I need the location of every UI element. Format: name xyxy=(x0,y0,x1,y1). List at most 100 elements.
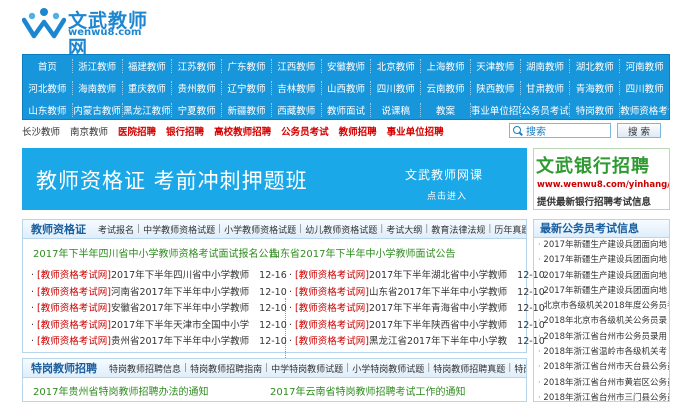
side-news-item[interactable]: 2018年北京市各级机关公务员录 xyxy=(534,314,669,329)
panel-tab-link[interactable]: 特岗教师面试 xyxy=(514,362,526,375)
news-item[interactable]: · [教师资格考试网]山东省2017年下半年中小学教师 12-10 xyxy=(289,284,545,298)
nav-item[interactable]: 重庆教师 xyxy=(121,81,172,95)
nav-item[interactable]: 四川教师 xyxy=(619,81,669,95)
news-item[interactable]: · [教师资格考试网]2017年下半年四川省中小学教师 12-16 xyxy=(31,267,287,281)
side-news-item[interactable]: 2017年新疆生产建设兵团面向地 xyxy=(534,238,669,253)
quick-link[interactable]: 公务员考试 xyxy=(281,124,329,138)
nav-item[interactable]: 吉林教师 xyxy=(270,81,321,95)
nav-item[interactable]: 海南教师 xyxy=(71,81,122,95)
nav-item[interactable]: 陕西教师 xyxy=(469,81,520,95)
nav-item[interactable]: 安徽教师 xyxy=(320,59,371,73)
nav-item[interactable]: 湖南教师 xyxy=(519,59,570,73)
nav-item[interactable]: 教案 xyxy=(420,103,470,117)
side-news-item[interactable]: 2018年浙江省温岭市各级机关考 xyxy=(534,345,669,360)
panel-tab-link[interactable]: 中学特岗教师试题 xyxy=(271,362,343,375)
panel-tab-link[interactable]: 特岗教师招聘真题 xyxy=(433,362,505,375)
nav-item[interactable]: 公务员考试 xyxy=(519,103,570,117)
site-logo[interactable]: 文武教师网 wenwu8.com xyxy=(22,6,162,59)
panel-tab-link[interactable]: 教育法律法规 xyxy=(431,223,485,236)
nav-item[interactable]: 湖北教师 xyxy=(569,59,619,73)
nav-item[interactable]: 首页 xyxy=(23,59,72,73)
quick-link[interactable]: 事业单位招聘 xyxy=(387,124,444,138)
panel-tab-link[interactable]: 小学特岗教师试题 xyxy=(352,362,424,375)
nav-item[interactable]: 特岗教师 xyxy=(569,103,619,117)
separator: | xyxy=(425,224,429,234)
nav-item[interactable]: 江苏教师 xyxy=(171,59,221,73)
search-input[interactable]: 搜索 xyxy=(509,123,611,138)
headline-link[interactable]: 2017年贵州省特岗教师招聘办法的通知 xyxy=(33,383,208,398)
nav-item[interactable]: 黑龙江教师 xyxy=(121,103,172,117)
search-button[interactable]: 搜 索 xyxy=(617,123,661,138)
nav-item[interactable]: 天津教师 xyxy=(469,59,520,73)
news-item[interactable]: · [教师资格考试网]2017年下半年湖北省中小学教师 12-10 xyxy=(289,267,545,281)
quick-link[interactable]: 银行招聘 xyxy=(166,124,204,138)
side-news-item[interactable]: 2018年浙江省台州市黄岩区公务员 xyxy=(534,376,669,391)
panel-tab-link[interactable]: 历年真题 xyxy=(494,223,526,236)
nav-item[interactable]: 贵州教师 xyxy=(171,81,221,95)
nav-item[interactable]: 浙江教师 xyxy=(71,59,122,73)
side-news-item[interactable]: 2018年浙江省台州市天台县公务员 xyxy=(534,360,669,375)
news-item[interactable]: · [教师资格考试网]2017年下半年陕西省中小学教师 12-10 xyxy=(289,317,545,331)
side-news-item[interactable]: 2017年新疆生产建设兵团面向地 xyxy=(534,284,669,299)
news-tag: [教师资格考试网] xyxy=(37,286,111,298)
separator: | xyxy=(380,224,384,234)
nav-item[interactable]: 河北教师 xyxy=(23,81,72,95)
side-news-item[interactable]: 2018年浙江省台州市公务员录用 xyxy=(534,330,669,345)
nav-item[interactable]: 福建教师 xyxy=(121,59,172,73)
bank-recruit-ad[interactable]: 文武银行招聘 www.wenwu8.com/yinhang/ 提供最新银行招聘考… xyxy=(533,148,670,210)
news-item[interactable]: · [教师资格考试网]黑龙江省2017年下半年中小学教 12-10 xyxy=(289,333,545,347)
side-news-item[interactable]: 北京市各级机关2018年度公务员考 xyxy=(534,299,669,314)
quick-link[interactable]: 医院招聘 xyxy=(118,124,156,138)
panel-title[interactable]: 教师资格证 xyxy=(31,221,86,237)
panel-tab-link[interactable]: 小学教师资格试题 xyxy=(224,223,296,236)
quick-link[interactable]: 教师招聘 xyxy=(339,124,377,138)
nav-item[interactable]: 北京教师 xyxy=(370,59,420,73)
nav-item[interactable]: 山东教师 xyxy=(23,103,72,117)
panel-tab-link[interactable]: 特岗教师招聘指南 xyxy=(190,362,262,375)
news-item[interactable]: · [教师资格考试网]贵州省2017年下半年中小学教师 12-10 xyxy=(31,333,287,347)
news-item[interactable]: · [教师资格考试网]2017年下半年青海省中小学教师 12-10 xyxy=(289,300,545,314)
nav-item[interactable]: 宁夏教师 xyxy=(171,103,221,117)
news-item[interactable]: · [教师资格考试网]河南省2017年下半年中小学教师 12-10 xyxy=(31,284,287,298)
panel-tab-link[interactable]: 考试报名 xyxy=(98,223,134,236)
nav-item[interactable]: 事业单位招聘 xyxy=(469,103,520,117)
nav-item[interactable]: 甘肃教师 xyxy=(519,81,570,95)
panel-tab-link[interactable]: 特岗教师招聘信息 xyxy=(109,362,181,375)
headline-link[interactable]: 2017年下半年四川省中小学教师资格考试面试报名公告 xyxy=(33,245,278,260)
nav-item[interactable]: 河南教师 xyxy=(619,59,669,73)
news-item[interactable]: · [教师资格考试网]安徽省2017年下半年中小学教师 12-10 xyxy=(31,300,287,314)
quick-link[interactable]: 南京教师 xyxy=(70,124,108,138)
header: 文武教师网 wenwu8.com xyxy=(0,0,690,59)
side-news-item[interactable]: 2017年新疆生产建设兵团面向地 xyxy=(534,269,669,284)
news-date: 12-16 xyxy=(259,270,287,281)
nav-item[interactable]: 四川教师 xyxy=(370,81,420,95)
nav-item[interactable]: 内蒙古教师 xyxy=(71,103,122,117)
banner-enter: 点击进入 xyxy=(427,192,468,202)
quick-link[interactable]: 高校教师招聘 xyxy=(214,124,271,138)
nav-item[interactable]: 青海教师 xyxy=(569,81,619,95)
nav-item[interactable]: 广东教师 xyxy=(221,59,271,73)
nav-item[interactable]: 辽宁教师 xyxy=(221,81,271,95)
nav-item[interactable]: 山西教师 xyxy=(320,81,371,95)
panel-tab-link[interactable]: 中学教师资格试题 xyxy=(143,223,215,236)
promo-banner[interactable]: 教师资格证 考前冲刺押题班 文武教师网课 点击进入 xyxy=(22,148,527,210)
nav-item[interactable]: 教师面试 xyxy=(320,103,371,117)
headline-link[interactable]: 山东省2017年下半年中小学教师面试公告 xyxy=(270,245,455,260)
news-item[interactable]: · [教师资格考试网]2017年下半年天津市全国中小学 12-10 xyxy=(31,317,287,331)
side-news-item[interactable]: 2018年浙江省台州市三门县公务员 xyxy=(534,391,669,401)
side-news-item[interactable]: 2017年新疆生产建设兵团面向地 xyxy=(534,253,669,268)
news-title: 河南省2017年下半年中小学教师 xyxy=(110,286,250,298)
panel-tab-link[interactable]: 考试大纲 xyxy=(386,223,422,236)
nav-item[interactable]: 江西教师 xyxy=(270,59,321,73)
nav-item[interactable]: 西藏教师 xyxy=(270,103,321,117)
nav-item[interactable]: 说课稿 xyxy=(370,103,420,117)
headline-link[interactable]: 2017年云南省特岗教师招聘考试工作的通知 xyxy=(270,383,465,398)
quick-link[interactable]: 长沙教师 xyxy=(22,124,60,138)
nav-item[interactable]: 教师资格考试 xyxy=(619,103,669,117)
panel-tab-link[interactable]: 幼儿教师资格试题 xyxy=(305,223,377,236)
nav-item[interactable]: 云南教师 xyxy=(420,81,470,95)
nav-item[interactable]: 新疆教师 xyxy=(221,103,271,117)
separator: | xyxy=(218,224,222,234)
nav-item[interactable]: 上海教师 xyxy=(420,59,470,73)
panel-title[interactable]: 特岗教师招聘 xyxy=(31,360,97,376)
